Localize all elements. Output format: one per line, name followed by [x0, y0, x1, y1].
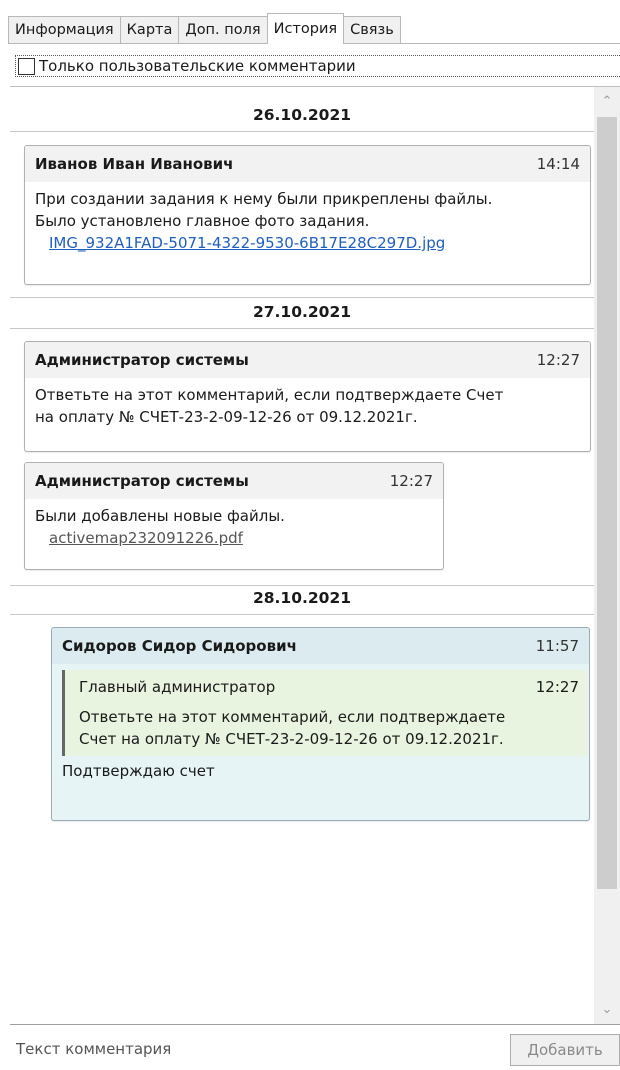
date-separator	[10, 328, 594, 329]
tab-history[interactable]: История	[266, 13, 345, 44]
vertical-scrollbar[interactable]: ⌃ ⌄	[594, 87, 620, 1024]
attachment-link[interactable]: activemap232091226.pdf	[35, 527, 433, 549]
entry-text-line: При создании задания к нему были прикреп…	[35, 190, 493, 208]
entry-header: Администратор системы 12:27	[25, 463, 443, 499]
history-panel: 26.10.2021 Иванов Иван Иванович 14:14 Пр…	[10, 86, 620, 1024]
history-entry: Иванов Иван Иванович 14:14 При создании …	[24, 145, 591, 285]
quote-text-line: Счет на оплату № СЧЕТ-23-2-09-12-26 от 0…	[79, 730, 504, 748]
entry-body: При создании задания к нему были прикреп…	[25, 182, 590, 262]
add-comment-button[interactable]: Добавить	[510, 1034, 620, 1066]
history-entry-reply: Сидоров Сидор Сидорович 11:57 Главный ад…	[51, 627, 590, 821]
history-entry: Администратор системы 12:27 Ответьте на …	[24, 341, 591, 452]
entry-text-line: Ответьте на этот комментарий, если подтв…	[35, 386, 504, 404]
tab-bar: Информация Карта Доп. поля История Связь	[8, 13, 401, 44]
entry-body: Ответьте на этот комментарий, если подтв…	[25, 378, 590, 436]
input-divider	[10, 1024, 620, 1025]
entry-header: Сидоров Сидор Сидорович 11:57	[52, 628, 589, 664]
entry-time: 11:57	[535, 637, 579, 655]
entry-text-line: Были добавлены новые файлы.	[35, 507, 285, 525]
entry-header: Иванов Иван Иванович 14:14	[25, 146, 590, 182]
quote-author: Главный администратор	[79, 678, 276, 696]
date-separator	[10, 614, 594, 615]
date-header: 28.10.2021	[252, 589, 352, 607]
entry-text-line: на оплату № СЧЕТ-23-2-09-12-26 от 09.12.…	[35, 408, 418, 426]
date-separator	[10, 131, 594, 132]
quote-time: 12:27	[535, 678, 579, 696]
date-separator	[10, 297, 594, 298]
entry-time: 12:27	[536, 351, 580, 369]
tab-extra-fields[interactable]: Доп. поля	[178, 16, 268, 44]
entry-header: Администратор системы 12:27	[25, 342, 590, 378]
entry-text-line: Подтверждаю счет	[62, 762, 215, 780]
entry-author: Иванов Иван Иванович	[35, 155, 234, 173]
attachment-link[interactable]: IMG_932A1FAD-5071-4322-9530-6B17E28C297D…	[35, 232, 580, 254]
entry-author: Администратор системы	[35, 351, 249, 369]
user-comments-label: Только пользовательские комментарии	[39, 57, 356, 75]
scroll-up-arrow-icon[interactable]: ⌃	[594, 89, 620, 115]
entry-text-line: Было установлено главное фото задания.	[35, 212, 370, 230]
quote-text-line: Ответьте на этот комментарий, если подтв…	[79, 708, 506, 726]
quoted-comment: Главный администратор 12:27 Ответьте на …	[62, 670, 587, 756]
scroll-down-arrow-icon[interactable]: ⌄	[594, 997, 620, 1023]
entry-author: Сидоров Сидор Сидорович	[62, 637, 297, 655]
date-separator	[10, 585, 594, 586]
quote-header: Главный администратор 12:27	[79, 676, 579, 698]
tab-link[interactable]: Связь	[343, 16, 401, 44]
comment-input[interactable]	[16, 1036, 496, 1062]
entry-body: Были добавлены новые файлы. activemap232…	[25, 499, 443, 557]
scroll-thumb[interactable]	[597, 117, 617, 889]
entry-author: Администратор системы	[35, 472, 249, 490]
history-entry: Администратор системы 12:27 Были добавле…	[24, 462, 444, 570]
date-header: 26.10.2021	[252, 106, 352, 124]
user-comments-checkbox[interactable]	[18, 57, 35, 75]
user-comments-filter[interactable]: Только пользовательские комментарии	[15, 55, 620, 77]
tab-info[interactable]: Информация	[8, 16, 121, 44]
entry-time: 14:14	[536, 155, 580, 173]
tab-map[interactable]: Карта	[119, 16, 180, 44]
date-header: 27.10.2021	[252, 303, 352, 321]
entry-time: 12:27	[389, 472, 433, 490]
